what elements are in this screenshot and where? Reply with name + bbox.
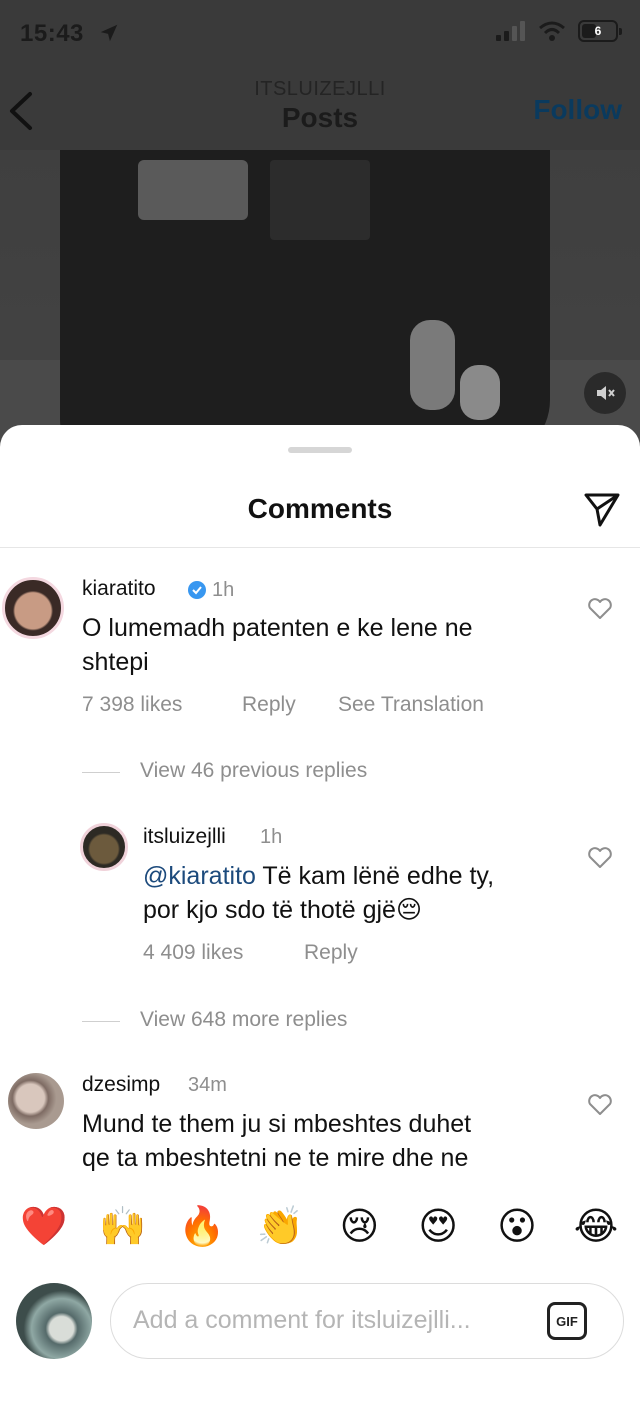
emoji-surprised[interactable]: 😮	[493, 1203, 541, 1251]
view-more-replies[interactable]: View 648 more replies	[140, 1008, 347, 1032]
comment-username[interactable]: itsluizejlli	[143, 825, 226, 849]
sheet-grabber[interactable]	[288, 447, 352, 453]
emoji-raised-hands[interactable]: 🙌	[99, 1203, 147, 1251]
verified-badge-icon	[188, 581, 206, 599]
comment-username[interactable]: kiaratito	[82, 577, 156, 601]
like-heart-icon[interactable]	[587, 597, 613, 621]
status-time: 15:43	[20, 20, 84, 47]
avatar[interactable]	[80, 823, 128, 871]
location-arrow-icon	[100, 24, 118, 42]
view-replies-line	[82, 772, 120, 773]
comment-text-line: shtepi	[82, 648, 149, 676]
emoji-laugh[interactable]: 😂	[572, 1203, 620, 1251]
mute-button[interactable]	[584, 372, 626, 414]
post-image-shoe	[460, 365, 500, 420]
comment-likes[interactable]: 7 398 likes	[82, 693, 182, 717]
comment-time: 1h	[212, 579, 235, 601]
comment-text-line: qe ta mbeshtetni ne te mire dhe ne	[82, 1144, 469, 1172]
post-image-headlight	[138, 160, 248, 220]
emoji-cry[interactable]: 😢	[335, 1203, 383, 1251]
comment-likes[interactable]: 4 409 likes	[143, 941, 243, 965]
dimmed-background: 15:43 6 ITSLUIZEJLLI Posts Follow	[0, 0, 640, 470]
view-previous-replies[interactable]: View 46 previous replies	[140, 759, 367, 783]
comment-text-line: @kiaratito Të kam lënë edhe ty,	[143, 859, 494, 893]
view-replies-line	[82, 1021, 120, 1022]
battery-icon: 6	[578, 20, 622, 42]
post-image-shoe	[410, 320, 455, 410]
emoji-heart[interactable]: ❤️	[20, 1203, 68, 1251]
signal-icon	[496, 21, 525, 41]
comments-sheet: Comments kiaratito 1h O lumemadh patente…	[0, 425, 640, 1405]
see-translation-button[interactable]: See Translation	[338, 693, 484, 717]
emoji-clap[interactable]: 👏	[257, 1203, 305, 1251]
like-heart-icon[interactable]	[587, 1093, 613, 1117]
share-paper-plane-icon[interactable]	[582, 489, 622, 529]
comment-text-fragment: Të kam lënë edhe ty,	[255, 862, 495, 890]
comment-input[interactable]	[133, 1306, 533, 1335]
wifi-icon	[539, 21, 565, 41]
comment-text-line: Mund te them ju si mbeshtes duhet	[82, 1110, 472, 1138]
gif-button[interactable]: GIF	[547, 1302, 587, 1340]
comment-time: 34m	[188, 1074, 227, 1096]
post-image	[0, 150, 640, 470]
battery-level: 6	[594, 24, 602, 38]
comment-username[interactable]: dzesimp	[82, 1073, 160, 1097]
reply-button[interactable]: Reply	[304, 941, 358, 965]
composer-avatar	[16, 1283, 92, 1359]
comment-composer: GIF	[110, 1283, 624, 1359]
mention-link[interactable]: @kiaratito	[143, 862, 256, 890]
emoji-fire[interactable]: 🔥	[178, 1203, 226, 1251]
status-icons: 6	[496, 20, 622, 42]
sheet-title: Comments	[247, 493, 393, 524]
like-heart-icon[interactable]	[587, 846, 613, 870]
post-image-grill	[270, 160, 370, 240]
comment-text-line: por kjo sdo të thotë gjë😔	[143, 896, 423, 924]
avatar[interactable]	[8, 1073, 64, 1129]
status-bar: 15:43 6	[0, 0, 640, 70]
reply-button[interactable]: Reply	[242, 693, 296, 717]
emoji-quick-reactions: ❤️ 🙌 🔥 👏 😢 😍 😮 😂	[0, 1203, 640, 1255]
avatar[interactable]	[2, 577, 64, 639]
mute-speaker-icon	[597, 386, 615, 400]
comment-text-line: O lumemadh patenten e ke lene ne	[82, 614, 473, 642]
comment-time: 1h	[260, 826, 283, 848]
emoji-heart-eyes[interactable]: 😍	[414, 1203, 462, 1251]
follow-button[interactable]: Follow	[533, 94, 622, 126]
sheet-divider	[0, 547, 640, 548]
